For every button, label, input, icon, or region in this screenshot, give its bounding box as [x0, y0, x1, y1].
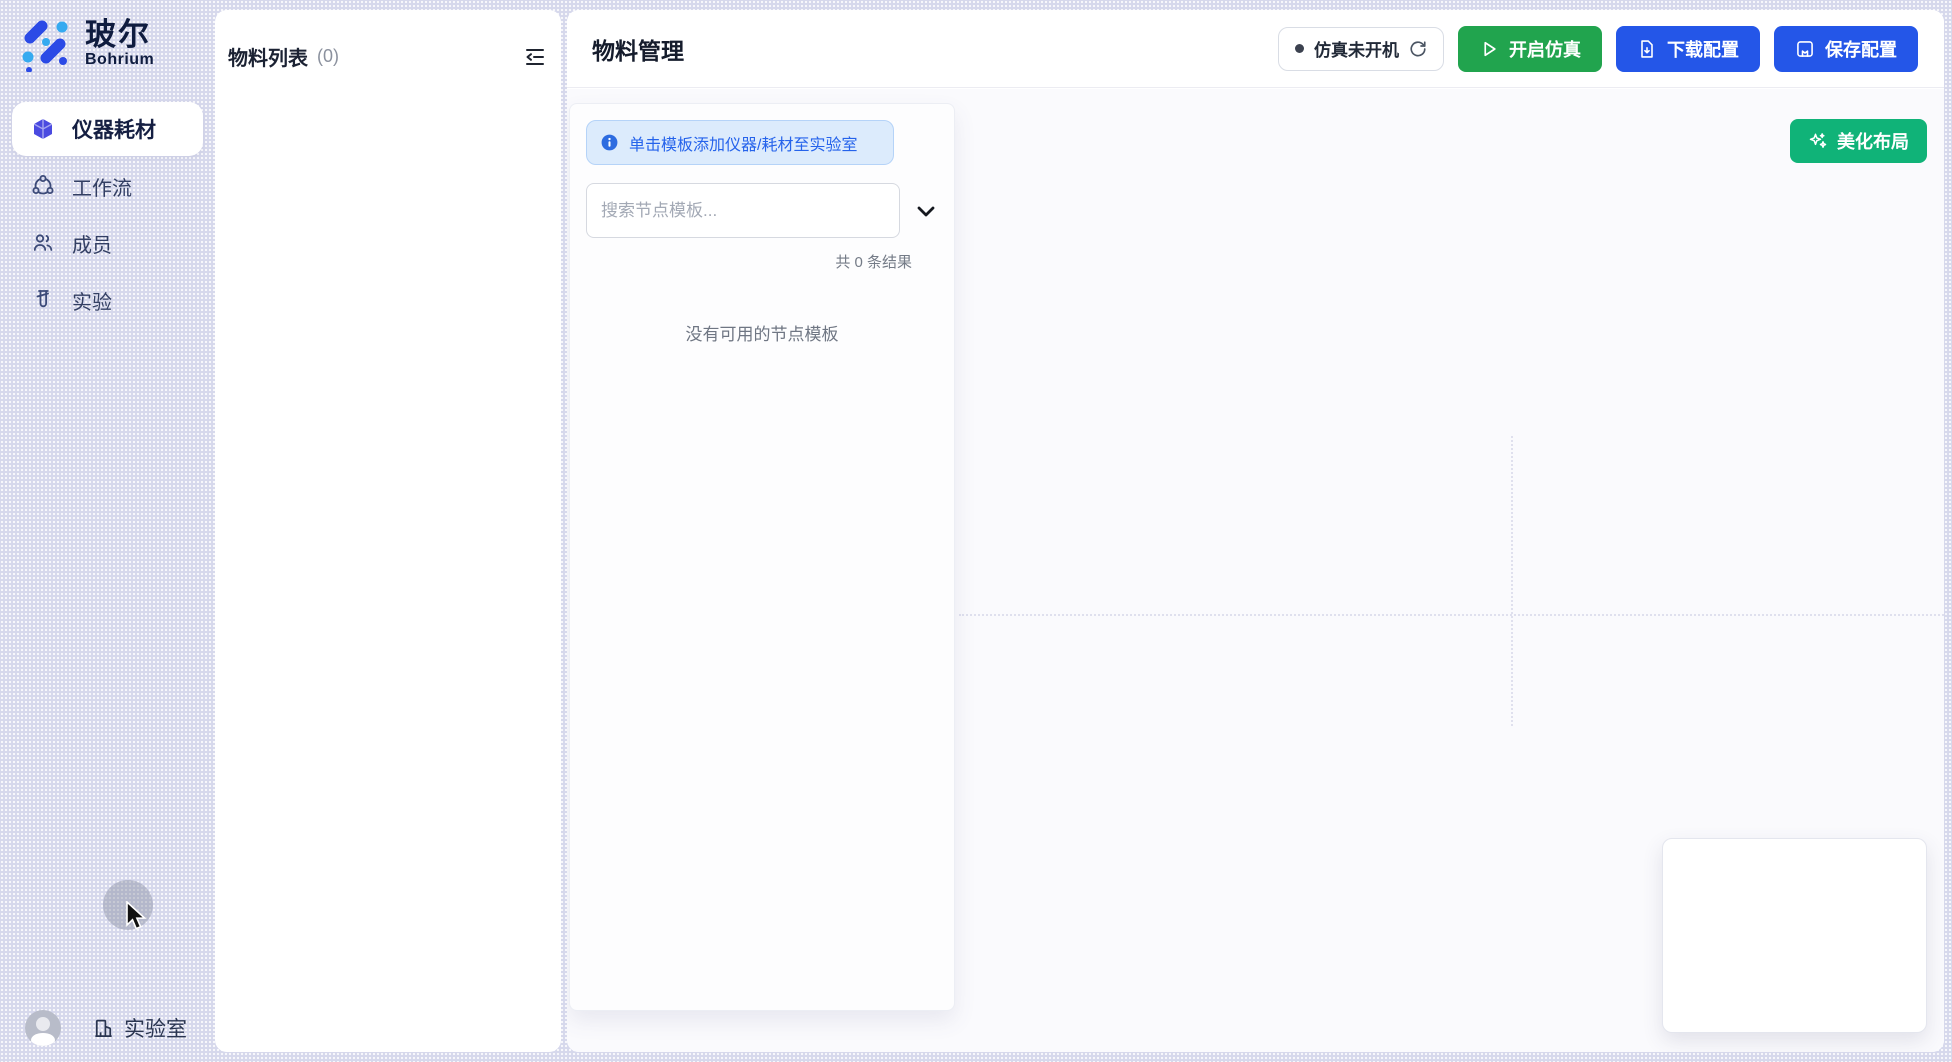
- save-icon: [1795, 39, 1815, 59]
- start-simulation-label: 开启仿真: [1509, 36, 1581, 62]
- file-download-icon: [1637, 39, 1657, 59]
- beautify-layout-label: 美化布局: [1837, 128, 1909, 154]
- save-config-label: 保存配置: [1825, 36, 1897, 62]
- node-template-panel: 单击模板添加仪器/耗材至实验室 共 0 条结果 没有可用的节点模板: [569, 103, 955, 1011]
- workflow-icon: [31, 174, 55, 198]
- sidebar-menu: 仪器耗材 工作流 成员: [12, 102, 203, 327]
- sidebar-item-label: 仪器耗材: [72, 114, 156, 144]
- play-icon: [1479, 39, 1499, 59]
- sidebar-item-members[interactable]: 成员: [12, 216, 203, 270]
- template-results-count: 共 0 条结果: [586, 251, 912, 272]
- info-icon: [600, 133, 619, 152]
- topbar-actions: 仿真未开机 开启仿真 下载配置: [1278, 26, 1918, 72]
- sidebar-item-label: 工作流: [72, 172, 132, 201]
- template-empty-text: 没有可用的节点模板: [586, 320, 938, 345]
- lab-entry[interactable]: 实验室: [92, 1013, 187, 1043]
- material-list-title: 物料列表: [228, 42, 308, 71]
- mouse-cursor: [125, 901, 147, 933]
- bohrium-logo-icon: [18, 16, 74, 72]
- user-avatar[interactable]: [25, 1010, 61, 1046]
- template-search-input[interactable]: [586, 183, 900, 238]
- page-title: 物料管理: [592, 32, 684, 66]
- sidebar: 玻尔 Bohrium 仪器耗材 工作流: [0, 0, 215, 1062]
- members-icon: [31, 231, 55, 255]
- template-info-banner: 单击模板添加仪器/耗材至实验室: [586, 120, 894, 165]
- canvas-minimap[interactable]: [1662, 838, 1927, 1033]
- sidebar-item-label: 实验: [72, 286, 112, 315]
- main-panel: 物料管理 仿真未开机 开启仿真 下载: [567, 10, 1944, 1052]
- sidebar-footer: 实验室: [0, 1010, 215, 1046]
- material-list-panel: 物料列表 (0): [215, 10, 561, 1052]
- start-simulation-button[interactable]: 开启仿真: [1458, 26, 1602, 72]
- sidebar-item-instruments[interactable]: 仪器耗材: [12, 102, 203, 156]
- sparkles-icon: [1808, 131, 1828, 151]
- collapse-panel-icon[interactable]: [523, 45, 547, 69]
- refresh-icon[interactable]: [1409, 40, 1427, 58]
- status-dot: [1295, 44, 1304, 53]
- beautify-layout-button[interactable]: 美化布局: [1790, 119, 1927, 163]
- brand-logo[interactable]: 玻尔 Bohrium: [0, 0, 215, 72]
- material-list-header: 物料列表 (0): [215, 10, 561, 71]
- sidebar-item-experiments[interactable]: 实验: [12, 273, 203, 327]
- brand-name-en: Bohrium: [85, 51, 154, 69]
- canvas-grid-line-vertical: [1511, 436, 1513, 726]
- sim-status-label: 仿真未开机: [1314, 36, 1399, 61]
- template-search-row: [586, 183, 938, 238]
- topbar: 物料管理 仿真未开机 开启仿真 下载: [567, 10, 1944, 88]
- save-config-button[interactable]: 保存配置: [1774, 26, 1918, 72]
- download-config-label: 下载配置: [1667, 36, 1739, 62]
- flow-canvas[interactable]: 美化布局 单击模板添加仪器/耗材至实验室 共 0 条结果 没有可用的节点模板: [567, 89, 1944, 1052]
- brand-name-cn: 玻尔: [85, 19, 154, 52]
- building-icon: [92, 1017, 115, 1040]
- download-config-button[interactable]: 下载配置: [1616, 26, 1760, 72]
- sidebar-item-label: 成员: [72, 229, 112, 258]
- brand-text: 玻尔 Bohrium: [85, 19, 154, 70]
- lab-label: 实验室: [124, 1013, 187, 1043]
- chevron-down-icon[interactable]: [914, 199, 938, 223]
- template-info-text: 单击模板添加仪器/耗材至实验室: [629, 131, 857, 155]
- cube-icon: [31, 117, 55, 141]
- experiment-icon: [31, 288, 55, 312]
- material-list-count: (0): [317, 46, 339, 67]
- sidebar-item-workflow[interactable]: 工作流: [12, 159, 203, 213]
- canvas-grid-line-horizontal: [959, 614, 1944, 616]
- sim-status-pill[interactable]: 仿真未开机: [1278, 27, 1444, 71]
